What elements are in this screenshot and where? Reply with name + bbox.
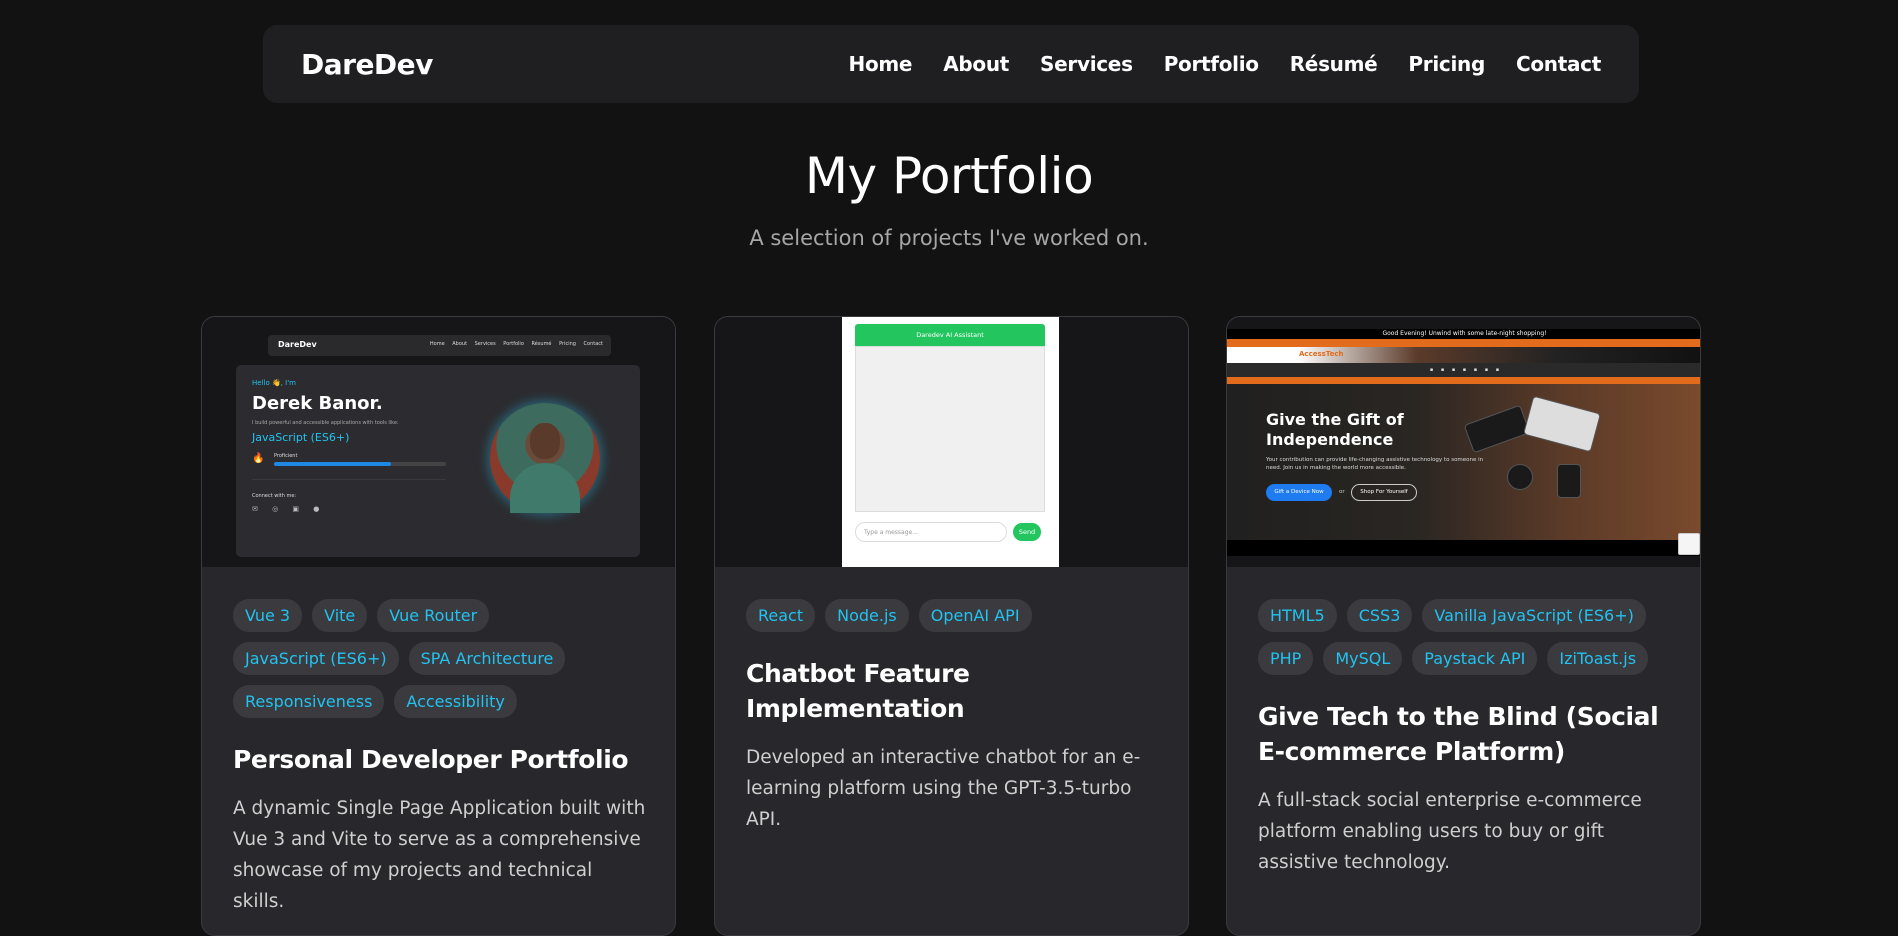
tag-list: HTML5 CSS3 Vanilla JavaScript (ES6+) PHP… — [1258, 599, 1672, 675]
navbar: DareDev Home About Services Portfolio Ré… — [263, 25, 1639, 103]
chatbot-header: Daredev AI Assistant — [855, 324, 1045, 346]
tag: MySQL — [1323, 642, 1403, 675]
project-description: A full-stack social enterprise e-commerc… — [1258, 790, 1642, 873]
chatbot-send-button: Send — [1013, 523, 1041, 541]
thumb-heading: Give the Gift of Independence — [1266, 410, 1404, 449]
tag: PHP — [1258, 642, 1314, 675]
chatbot-input: Type a message... — [855, 522, 1007, 542]
thumb-brand: DareDev — [278, 340, 317, 349]
tag: Accessibility — [394, 685, 517, 718]
thumb-links: Home About Services Portfolio Résumé Pri… — [429, 341, 603, 347]
tag: Paystack API — [1412, 642, 1538, 675]
thumb-progress-bar — [274, 462, 446, 466]
thumb-proficiency: Proficient — [274, 453, 298, 459]
project-card-body: Vue 3 Vite Vue Router JavaScript (ES6+) … — [233, 599, 647, 917]
tag: JavaScript (ES6+) — [233, 642, 399, 675]
thumb-gift-button: Gift a Device Now — [1266, 484, 1332, 501]
tag: Vite — [312, 599, 368, 632]
thumb-hero: Hello 👋, I'm Derek Banor. I build powerf… — [236, 365, 640, 557]
thumb-divider — [252, 479, 446, 480]
flame-icon: 🔥 — [252, 453, 265, 464]
thumb-tagline: I build powerful and accessible applicat… — [252, 420, 399, 426]
thumb-connect: Connect with me: — [252, 493, 297, 499]
thumb-or: or — [1339, 489, 1345, 495]
recaptcha-icon — [1678, 533, 1700, 555]
avatar-body — [510, 463, 580, 513]
tag: Node.js — [825, 599, 909, 632]
thumb-accent-strip — [1227, 377, 1700, 384]
chatbot-preview: Daredev AI Assistant Type a message... S… — [842, 317, 1059, 567]
tag: Vue Router — [377, 599, 490, 632]
device-image — [1523, 395, 1601, 453]
project-card-body: React Node.js OpenAI API Chatbot Feature… — [746, 599, 1160, 835]
tag: Vanilla JavaScript (ES6+) — [1422, 599, 1646, 632]
project-card-accesstech[interactable]: Good Evening! Unwind with some late-nigh… — [1226, 316, 1701, 936]
tag-list: Vue 3 Vite Vue Router JavaScript (ES6+) … — [233, 599, 647, 718]
thumb-footer-bar — [1227, 540, 1700, 556]
tag-list: React Node.js OpenAI API — [746, 599, 1160, 632]
avatar — [490, 403, 600, 513]
thumb-header: AccessTech — [1227, 347, 1700, 363]
thumb-topbar: Good Evening! Unwind with some late-nigh… — [1227, 329, 1700, 339]
project-title: Give Tech to the Blind (Social E-commerc… — [1258, 702, 1659, 766]
thumb-shop-button: Shop For Yourself — [1351, 484, 1417, 501]
nav-links: Home About Services Portfolio Résumé Pri… — [818, 52, 1602, 76]
thumb-social-icons: ✉ ◎ ▣ ● — [252, 505, 326, 513]
project-title: Chatbot Feature Implementation — [746, 659, 970, 723]
project-title: Personal Developer Portfolio — [233, 745, 629, 774]
tag: SPA Architecture — [408, 642, 566, 675]
project-thumbnail: Good Evening! Unwind with some late-nigh… — [1227, 317, 1700, 567]
brand-logo[interactable]: DareDev — [301, 48, 433, 81]
nav-link-home[interactable]: Home — [849, 52, 913, 76]
tag: HTML5 — [1258, 599, 1337, 632]
tag: Responsiveness — [233, 685, 385, 718]
thumb-menu: ▪ ▪ ▪ ▪ ▪ ▪ ▪ — [1227, 363, 1700, 377]
chatbot-messages — [855, 346, 1045, 512]
nav-link-pricing[interactable]: Pricing — [1408, 52, 1485, 76]
nav-link-about[interactable]: About — [943, 52, 1009, 76]
project-card-chatbot[interactable]: Daredev AI Assistant Type a message... S… — [714, 316, 1189, 936]
thumb-name: Derek Banor. — [252, 393, 383, 414]
thumb-hero: Give the Gift of Independence Your contr… — [1227, 384, 1700, 540]
project-thumbnail: Daredev AI Assistant Type a message... S… — [715, 317, 1188, 567]
page-title: My Portfolio — [804, 147, 1094, 205]
project-card-body: HTML5 CSS3 Vanilla JavaScript (ES6+) PHP… — [1258, 599, 1672, 878]
nav-link-contact[interactable]: Contact — [1516, 52, 1601, 76]
device-image — [1463, 404, 1531, 454]
device-image — [1507, 464, 1533, 490]
thumb-text: Your contribution can provide life-chang… — [1266, 457, 1484, 471]
device-image — [1557, 464, 1581, 498]
tag: CSS3 — [1346, 599, 1413, 632]
tag: React — [746, 599, 816, 632]
avatar-face — [530, 423, 560, 459]
project-description: A dynamic Single Page Application built … — [233, 798, 646, 912]
thumb-skill: JavaScript (ES6+) — [252, 431, 350, 444]
chatbot-input-row: Type a message... Send — [855, 522, 1045, 546]
project-thumbnail: DareDev Home About Services Portfolio Ré… — [202, 317, 675, 567]
project-description: Developed an interactive chatbot for an … — [746, 747, 1141, 830]
page-subtitle: A selection of projects I've worked on. — [749, 226, 1149, 250]
project-card-portfolio[interactable]: DareDev Home About Services Portfolio Ré… — [201, 316, 676, 936]
thumb-navbar: DareDev Home About Services Portfolio Ré… — [268, 335, 611, 356]
nav-link-portfolio[interactable]: Portfolio — [1164, 52, 1259, 76]
thumb-logo: AccessTech — [1299, 350, 1344, 358]
tag: Vue 3 — [233, 599, 303, 632]
thumb-progress-fill — [274, 462, 391, 466]
tag: IziToast.js — [1547, 642, 1649, 675]
nav-link-resume[interactable]: Résumé — [1290, 52, 1378, 76]
thumb-contact-strip — [1227, 339, 1700, 347]
tag: OpenAI API — [918, 599, 1032, 632]
thumb-hello: Hello 👋, I'm — [252, 379, 296, 387]
nav-link-services[interactable]: Services — [1040, 52, 1133, 76]
